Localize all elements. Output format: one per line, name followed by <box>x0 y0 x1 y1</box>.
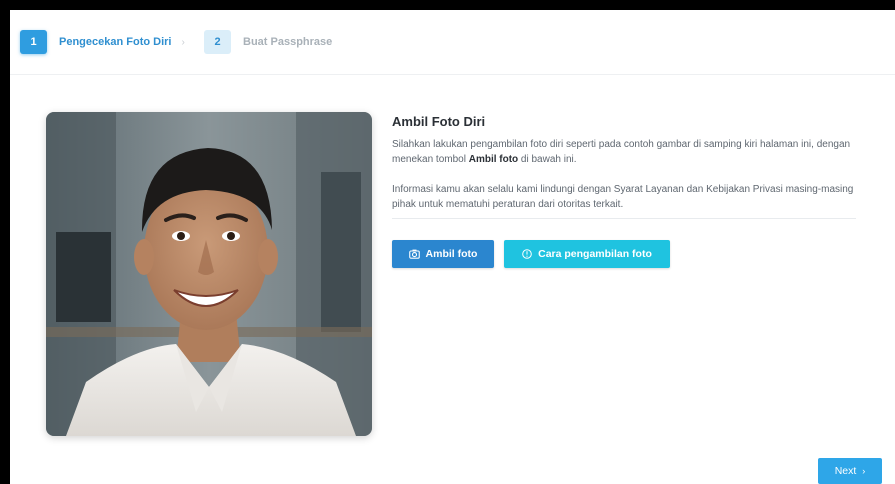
how-to-photo-button[interactable]: Cara pengambilan foto <box>504 240 670 268</box>
stepper: 1 Pengecekan Foto Diri › 2 Buat Passphra… <box>10 10 895 75</box>
example-selfie-photo <box>46 112 372 436</box>
next-label: Next <box>834 465 857 477</box>
take-photo-label: Ambil foto <box>425 248 478 260</box>
step-photo-check[interactable]: 1 Pengecekan Foto Diri › <box>20 30 185 54</box>
page-title: Ambil Foto Diri <box>392 114 486 129</box>
chevron-right-icon: › <box>181 36 185 48</box>
info-icon <box>522 249 532 259</box>
instruction-post: di bawah ini. <box>518 154 577 165</box>
chevron-right-icon: › <box>862 466 866 476</box>
step-create-passphrase[interactable]: 2 Buat Passphrase <box>204 30 332 54</box>
camera-icon <box>408 249 420 259</box>
verification-page: 1 Pengecekan Foto Diri › 2 Buat Passphra… <box>10 10 895 484</box>
step-label: Buat Passphrase <box>243 36 333 48</box>
step-label: Pengecekan Foto Diri <box>59 36 172 48</box>
step-number: 1 <box>20 30 47 54</box>
instruction-pre: Silahkan lakukan pengambilan foto diri s… <box>392 139 851 165</box>
instruction-text: Silahkan lakukan pengambilan foto diri s… <box>392 137 858 167</box>
privacy-text: Informasi kamu akan selalu kami lindungi… <box>392 184 854 210</box>
instruction-panel: Ambil Foto Diri Silahkan lakukan pengamb… <box>392 114 858 212</box>
next-button[interactable]: Next › <box>818 458 882 484</box>
take-photo-button[interactable]: Ambil foto <box>392 240 494 268</box>
step-number: 2 <box>204 30 231 54</box>
divider <box>392 218 856 219</box>
instruction-emphasis: Ambil foto <box>468 154 519 165</box>
how-to-photo-label: Cara pengambilan foto <box>538 248 652 260</box>
